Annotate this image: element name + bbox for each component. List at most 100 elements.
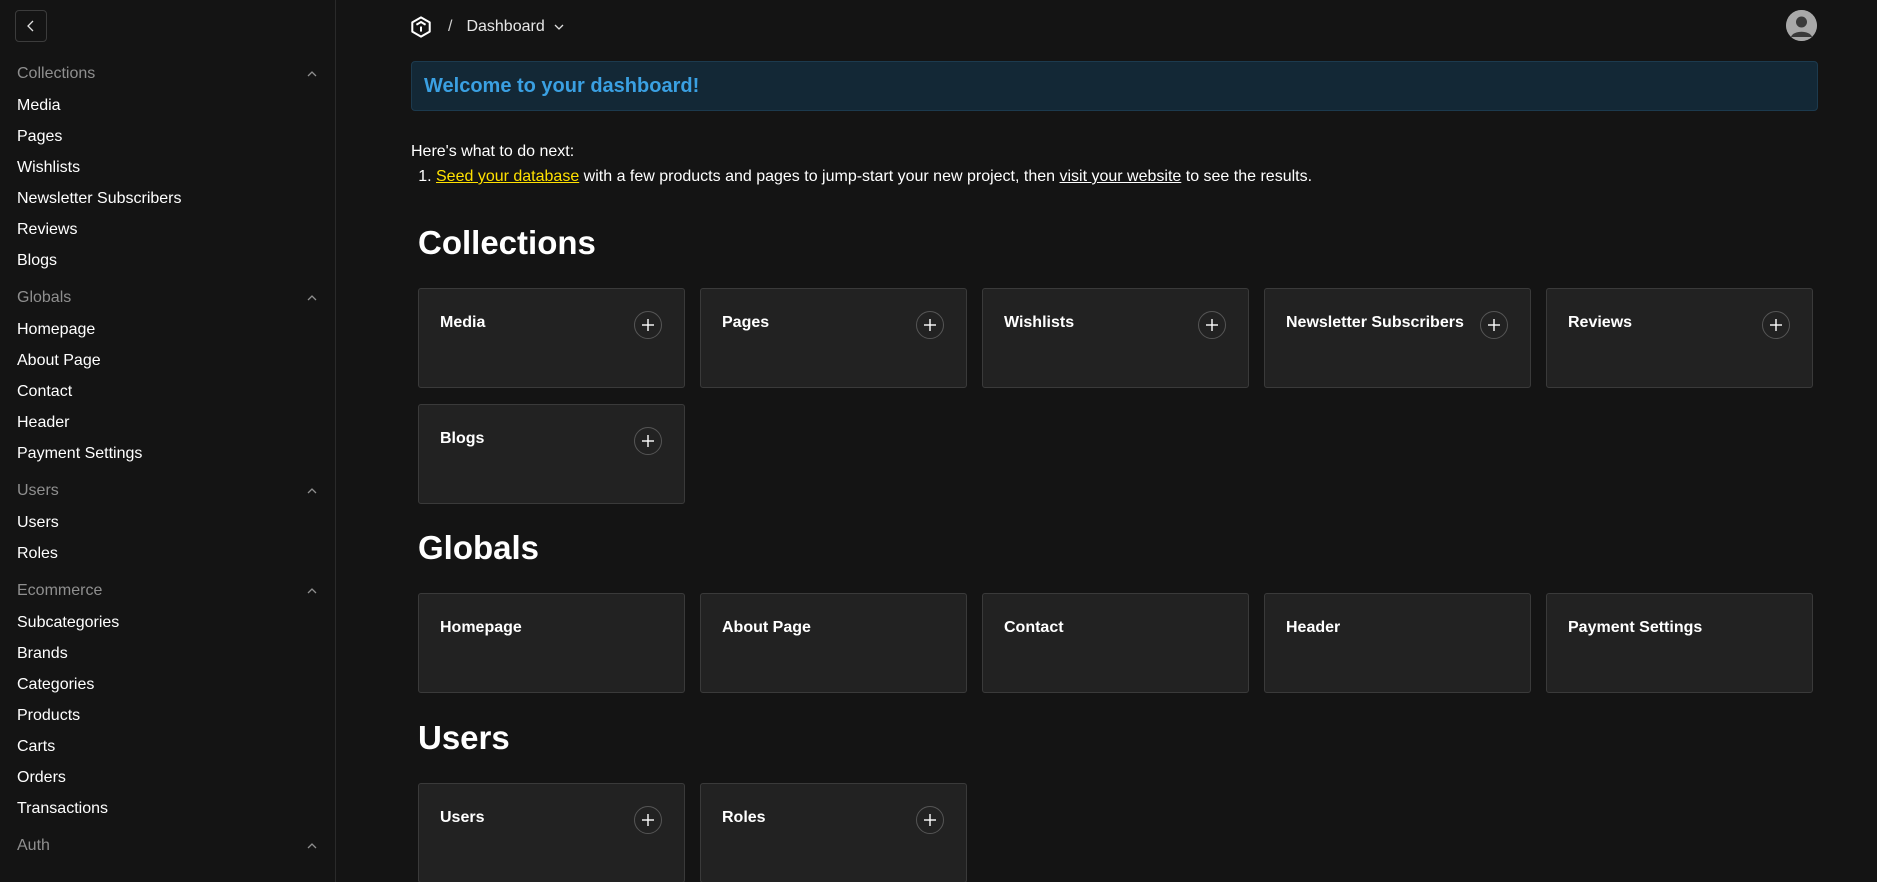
add-media-button[interactable]	[634, 311, 662, 339]
nav-group-collections: Collections Media Pages Wishlists Newsletter…	[0, 58, 335, 276]
card-contact[interactable]: Contact	[982, 593, 1249, 693]
breadcrumb-dashboard[interactable]: Dashboard	[466, 18, 564, 36]
chevron-up-icon	[307, 71, 317, 77]
add-wishlists-button[interactable]	[1198, 311, 1226, 339]
sidebar-item-about-page[interactable]: About Page	[0, 345, 335, 376]
sidebar-item-contact[interactable]: Contact	[0, 376, 335, 407]
chevron-down-icon	[554, 24, 564, 30]
sidebar-item-brands[interactable]: Brands	[0, 638, 335, 669]
chevron-up-icon	[307, 588, 317, 594]
card-label: About Page	[722, 619, 811, 636]
sidebar-item-blogs[interactable]: Blogs	[0, 245, 335, 276]
plus-icon	[642, 319, 654, 331]
next-step-text: with a few products and pages to jump-st…	[579, 168, 1060, 185]
nav-group-auth: Auth	[0, 830, 335, 862]
add-newsletter-subscribers-button[interactable]	[1480, 311, 1508, 339]
sidebar-nav: Collections Media Pages Wishlists Newsletter…	[0, 58, 335, 868]
welcome-banner: Welcome to your dashboard!	[411, 61, 1818, 111]
card-label: Reviews	[1568, 314, 1633, 331]
card-payment-settings[interactable]: Payment Settings	[1546, 593, 1813, 693]
card-label: Newsletter Subscribers	[1286, 314, 1464, 331]
nav-group-title: Globals	[17, 289, 72, 306]
card-users[interactable]: Users	[418, 783, 685, 882]
globals-heading: Globals	[418, 529, 540, 566]
card-label: Contact	[1004, 619, 1064, 636]
add-blogs-button[interactable]	[634, 427, 662, 455]
sidebar-item-carts[interactable]: Carts	[0, 731, 335, 762]
card-label: Blogs	[440, 430, 485, 447]
nav-group-toggle-collections[interactable]: Collections	[0, 58, 335, 90]
users-grid: Users Roles	[418, 783, 1816, 882]
sidebar-item-roles[interactable]: Roles	[0, 538, 335, 569]
collections-heading: Collections	[418, 224, 596, 261]
nav-group-title: Collections	[17, 65, 96, 82]
sidebar-item-header[interactable]: Header	[0, 407, 335, 438]
card-label: Homepage	[440, 619, 522, 636]
chevron-up-icon	[307, 295, 317, 301]
logo-icon[interactable]	[410, 16, 432, 38]
plus-icon	[1488, 319, 1500, 331]
sidebar-item-media[interactable]: Media	[0, 90, 335, 121]
card-label: Payment Settings	[1568, 619, 1703, 636]
sidebar-item-wishlists[interactable]: Wishlists	[0, 152, 335, 183]
sidebar-item-homepage[interactable]: Homepage	[0, 314, 335, 345]
nav-group-title: Ecommerce	[17, 582, 103, 599]
seed-database-link[interactable]: Seed your database	[436, 168, 579, 185]
sidebar: Collections Media Pages Wishlists Newsletter…	[0, 0, 336, 882]
next-steps: Here's what to do next: Seed your databa…	[411, 139, 1818, 189]
sidebar-item-subcategories[interactable]: Subcategories	[0, 607, 335, 638]
sidebar-item-pages[interactable]: Pages	[0, 121, 335, 152]
add-reviews-button[interactable]	[1762, 311, 1790, 339]
card-pages[interactable]: Pages	[700, 288, 967, 388]
card-newsletter-subscribers[interactable]: Newsletter Subscribers	[1264, 288, 1531, 388]
sidebar-item-users[interactable]: Users	[0, 507, 335, 538]
add-pages-button[interactable]	[916, 311, 944, 339]
nav-group-users: Users Users Roles	[0, 475, 335, 569]
nav-group-toggle-users[interactable]: Users	[0, 475, 335, 507]
nav-group-toggle-globals[interactable]: Globals	[0, 282, 335, 314]
card-reviews[interactable]: Reviews	[1546, 288, 1813, 388]
chevron-up-icon	[307, 488, 317, 494]
nav-group-toggle-ecommerce[interactable]: Ecommerce	[0, 575, 335, 607]
add-users-button[interactable]	[634, 806, 662, 834]
sidebar-item-categories[interactable]: Categories	[0, 669, 335, 700]
card-label: Users	[440, 809, 485, 826]
visit-website-link[interactable]: visit your website	[1059, 168, 1181, 185]
collapse-sidebar-button[interactable]	[15, 10, 47, 42]
card-label: Header	[1286, 619, 1341, 636]
card-wishlists[interactable]: Wishlists	[982, 288, 1249, 388]
nav-group-globals: Globals Homepage About Page Contact Header Pa…	[0, 282, 335, 469]
sidebar-item-orders[interactable]: Orders	[0, 762, 335, 793]
card-label: Pages	[722, 314, 770, 331]
card-label: Media	[440, 314, 486, 331]
plus-icon	[642, 435, 654, 447]
user-avatar-icon	[1786, 10, 1817, 41]
card-media[interactable]: Media	[418, 288, 685, 388]
sidebar-item-payment-settings[interactable]: Payment Settings	[0, 438, 335, 469]
plus-icon	[642, 814, 654, 826]
chevron-left-icon	[27, 20, 34, 32]
card-roles[interactable]: Roles	[700, 783, 967, 882]
add-roles-button[interactable]	[916, 806, 944, 834]
nav-group-title: Auth	[17, 837, 50, 854]
plus-icon	[924, 319, 936, 331]
avatar[interactable]	[1786, 10, 1817, 41]
card-header[interactable]: Header	[1264, 593, 1531, 693]
sidebar-item-reviews[interactable]: Reviews	[0, 214, 335, 245]
card-label: Wishlists	[1004, 314, 1075, 331]
card-about-page[interactable]: About Page	[700, 593, 967, 693]
collections-grid: Media Pages Wishlists Newsletter Subscriber…	[418, 288, 1816, 504]
main-content: / Dashboard Welcome to your dashboard! H…	[336, 0, 1877, 882]
plus-icon	[924, 814, 936, 826]
sidebar-item-products[interactable]: Products	[0, 700, 335, 731]
sidebar-item-transactions[interactable]: Transactions	[0, 793, 335, 824]
card-label: Roles	[722, 809, 766, 826]
breadcrumb: / Dashboard	[410, 12, 565, 42]
next-step-text-end: to see the results.	[1181, 168, 1313, 185]
card-homepage[interactable]: Homepage	[418, 593, 685, 693]
nav-group-toggle-auth[interactable]: Auth	[0, 830, 335, 862]
sidebar-item-newsletter-subscribers[interactable]: Newsletter Subscribers	[0, 183, 335, 214]
plus-icon	[1770, 319, 1782, 331]
card-blogs[interactable]: Blogs	[418, 404, 685, 504]
next-steps-list: Seed your database with a few products a…	[411, 164, 1818, 189]
